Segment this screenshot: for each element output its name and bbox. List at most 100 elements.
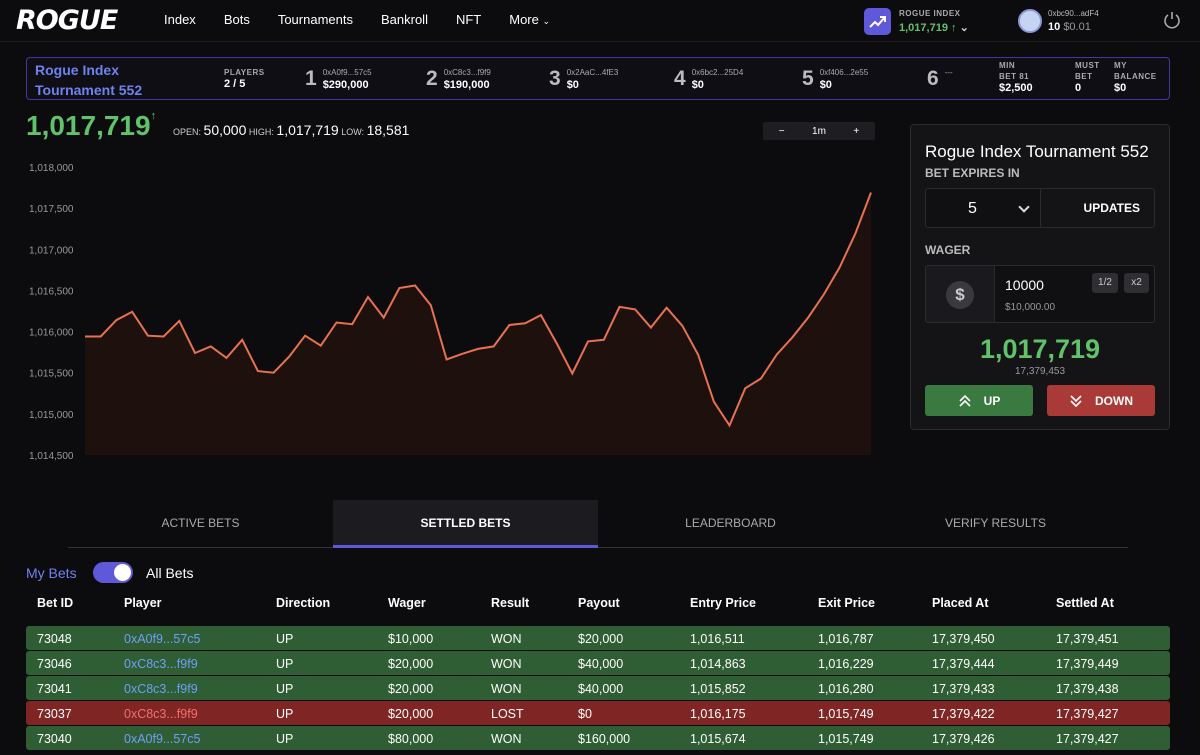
nav-bankroll[interactable]: Bankroll — [381, 12, 428, 27]
slot-address: 0x6bc2...25D4 — [691, 68, 744, 77]
nav-links: Index Bots Tournaments Bankroll NFT More… — [164, 12, 550, 27]
nav-index[interactable]: Index — [164, 12, 196, 27]
slot-number: 2 — [426, 67, 438, 90]
slot-number: 5 — [802, 67, 814, 90]
panel-title: Rogue Index Tournament 552 — [925, 142, 1149, 161]
y-tick-label: 1,016,000 — [29, 328, 74, 339]
cell-payout: $160,000 — [578, 732, 631, 746]
tournament-banner: Rogue Index Tournament 552 PLAYERS 2 / 5… — [26, 57, 1170, 100]
tab-settled-bets[interactable]: SETTLED BETS — [333, 500, 598, 548]
cell-result: WON — [491, 732, 522, 746]
y-tick-label: 1,014,500 — [29, 451, 74, 462]
slot-number: 6 — [927, 67, 939, 90]
panel-price: 1,017,719 — [979, 334, 1101, 364]
col-direction: Direction — [276, 596, 331, 610]
table-row[interactable]: 73046 0xC8c3...f9f9 UP $20,000 WON $40,0… — [26, 651, 1170, 675]
down-button[interactable]: DOWN — [1047, 385, 1155, 416]
col-player: Player — [124, 596, 162, 610]
slot-address: --- — [944, 68, 953, 77]
tournament-title[interactable]: Rogue Index Tournament 552 — [35, 60, 142, 100]
player-slot: 3 0x2AaC...4fE3 $0 — [549, 66, 618, 92]
cell-settled-at: 17,379,427 — [1056, 732, 1119, 746]
half-button[interactable]: 1/2 — [1092, 273, 1118, 293]
cell-wager: $80,000 — [388, 732, 434, 746]
wallet-address: 0xbc90...adF4 — [1048, 9, 1099, 18]
chevron-down-icon: ⌄ — [542, 16, 551, 26]
tab-leaderboard[interactable]: LEADERBOARD — [598, 500, 863, 548]
trending-up-icon — [864, 8, 891, 35]
slot-amount: $290,000 — [322, 79, 369, 91]
double-chevron-up-icon — [959, 394, 971, 407]
bets-filter-toggle[interactable] — [93, 562, 133, 583]
my-bets-label[interactable]: My Bets — [26, 565, 77, 581]
open-value: 50,000 — [203, 122, 247, 138]
wager-usd: $10,000.00 — [1005, 302, 1056, 313]
cell-bet-id: 73040 — [37, 732, 72, 746]
cell-payout: $40,000 — [578, 682, 624, 696]
cell-placed-at: 17,379,444 — [932, 657, 995, 671]
y-tick-label: 1,015,500 — [29, 369, 74, 380]
slot-address: 0x2AaC...4fE3 — [566, 68, 619, 77]
power-icon[interactable] — [1163, 11, 1181, 29]
nav-bots[interactable]: Bots — [224, 12, 250, 27]
wager-input[interactable]: 10000 $10,000.00 1/2 x2 — [994, 265, 1155, 323]
rogue-index-label: ROGUE INDEX — [899, 9, 961, 18]
interval-label[interactable]: 1m — [809, 126, 829, 137]
cell-bet-id: 73041 — [37, 682, 72, 696]
cell-result: WON — [491, 632, 522, 646]
double-button[interactable]: x2 — [1124, 273, 1149, 293]
up-button[interactable]: UP — [925, 385, 1033, 416]
cell-player[interactable]: 0xC8c3...f9f9 — [124, 657, 198, 671]
cell-player[interactable]: 0xC8c3...f9f9 — [124, 682, 198, 696]
col-settled-at: Settled At — [1056, 596, 1114, 610]
open-label: OPEN: — [173, 127, 202, 137]
nav-tournaments[interactable]: Tournaments — [278, 12, 353, 27]
zoom-out-button[interactable]: − — [772, 126, 792, 137]
cell-entry-price: 1,016,511 — [690, 632, 745, 646]
all-bets-label[interactable]: All Bets — [146, 565, 193, 581]
cell-player[interactable]: 0xC8c3...f9f9 — [124, 707, 198, 721]
nav-nft[interactable]: NFT — [456, 12, 481, 27]
y-tick-label: 1,015,000 — [29, 410, 74, 421]
tab-active-bets[interactable]: ACTIVE BETS — [68, 500, 333, 548]
tournament-title-line1: Rogue Index — [35, 62, 120, 78]
table-row[interactable]: 73048 0xA0f9...57c5 UP $10,000 WON $20,0… — [26, 626, 1170, 650]
my-balance-label: MY — [1114, 61, 1127, 70]
zoom-in-button[interactable]: + — [846, 126, 866, 137]
wallet[interactable]: 0xbc90...adF4 10 $0.01 — [1018, 9, 1099, 33]
cell-direction: UP — [276, 732, 294, 746]
col-bet-id: Bet ID — [37, 596, 74, 610]
expires-select[interactable]: 5 — [925, 188, 1041, 228]
cell-entry-price: 1,016,175 — [690, 707, 746, 721]
cell-player[interactable]: 0xA0f9...57c5 — [124, 632, 200, 646]
nav-more[interactable]: More ⌄ — [509, 12, 550, 27]
arrow-up-icon: ↑ — [150, 110, 157, 122]
cell-settled-at: 17,379,438 — [1056, 682, 1119, 696]
table-row[interactable]: 73037 0xC8c3...f9f9 UP $20,000 LOST $0 1… — [26, 701, 1170, 725]
cell-wager: $10,000 — [388, 632, 434, 646]
cell-exit-price: 1,016,229 — [818, 657, 874, 671]
slot-address: 0xA0f9...57c5 — [322, 68, 372, 77]
table-row[interactable]: 73040 0xA0f9...57c5 UP $80,000 WON $160,… — [26, 726, 1170, 750]
cell-wager: $20,000 — [388, 682, 434, 696]
players-stat: PLAYERS 2 / 5 — [224, 67, 265, 91]
nav-more-label: More — [509, 12, 539, 27]
wallet-count: 10 — [1048, 21, 1061, 33]
cell-player[interactable]: 0xA0f9...57c5 — [124, 732, 200, 746]
up-label: UP — [983, 393, 1001, 408]
cell-exit-price: 1,016,280 — [818, 682, 874, 696]
cell-payout: $40,000 — [578, 657, 624, 671]
slot-amount: $190,000 — [443, 79, 490, 91]
slot-number: 3 — [549, 67, 561, 90]
price-chart[interactable]: 1,018,000 1,017,500 1,017,000 1,016,500 1,01… — [0, 150, 900, 470]
tab-verify-results[interactable]: VERIFY RESULTS — [863, 500, 1128, 548]
my-balance-value: $0 — [1114, 82, 1127, 94]
cell-bet-id: 73048 — [37, 632, 72, 646]
logo[interactable]: ROGUE — [16, 5, 118, 36]
my-balance-stat: MY BALANCE $0 — [1114, 60, 1157, 95]
table-row[interactable]: 73041 0xC8c3...f9f9 UP $20,000 WON $40,0… — [26, 676, 1170, 700]
cell-result: WON — [491, 657, 522, 671]
cell-direction: UP — [276, 657, 294, 671]
rogue-index-ticker[interactable]: ROGUE INDEX 1,017,719 ↑ ⌄ — [864, 8, 969, 35]
y-tick-label: 1,018,000 — [29, 163, 74, 174]
